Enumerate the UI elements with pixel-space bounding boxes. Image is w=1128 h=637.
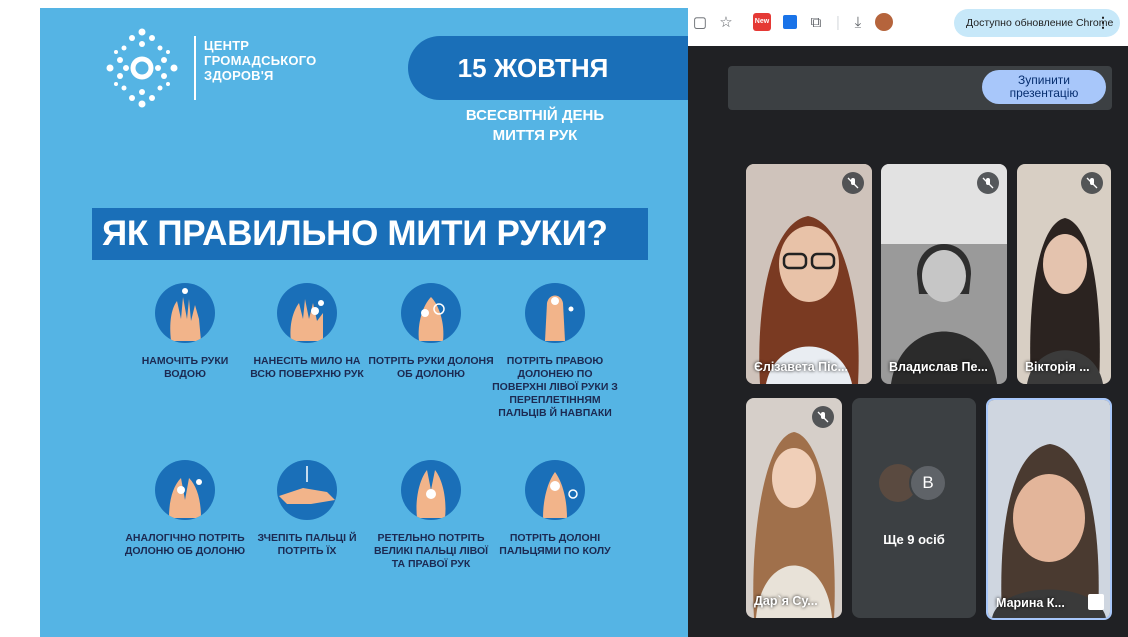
- toolbar-divider: |: [836, 13, 840, 31]
- participant-tile-3[interactable]: Вікторія ...: [1017, 164, 1111, 384]
- event-title: ВСЕСВІТНІЙ ДЕНЬ МИТТЯ РУК: [465, 107, 605, 144]
- more-participants-label: Ще 9 осіб: [883, 532, 945, 547]
- step-6: ЗЧЕПІТЬ ПАЛЬЦІ Й ПОТРІТЬ ЇХ: [242, 460, 372, 558]
- date-banner: 15 ЖОВТНЯ: [408, 36, 688, 100]
- logo-divider: [194, 36, 196, 100]
- step-8: ПОТРІТЬ ДОЛОНІ ПАЛЬЦЯМИ ПО КОЛУ: [490, 460, 620, 558]
- rub-fingertips-icon: [525, 460, 585, 520]
- apply-soap-icon: [277, 283, 337, 343]
- participant-video: [1017, 164, 1111, 384]
- profile-avatar[interactable]: [874, 12, 894, 32]
- participant-video: [881, 164, 1007, 384]
- extensions-puzzle-icon[interactable]: ⧉: [806, 12, 826, 32]
- chrome-menu-icon[interactable]: ⋮: [1096, 14, 1110, 31]
- participant-tile-5[interactable]: Марина К...: [986, 398, 1112, 620]
- translate-icon[interactable]: [780, 12, 800, 32]
- presentation-slide: ЦЕНТР ГРОМАДСЬКОГО ЗДОРОВ'Я 15 ЖОВТНЯ ВС…: [40, 8, 688, 637]
- participant-video: [746, 164, 872, 384]
- meet-panel: ▢ ☆ New ⧉ | ⤓ Доступно обновление Chrome…: [688, 0, 1128, 637]
- chrome-update-button[interactable]: Доступно обновление Chrome ⋮: [954, 9, 1120, 37]
- step-4: ПОТРІТЬ ПРАВОЮ ДОЛОНЕЮ ПО ПОВЕРХНІ ЛІВОЇ…: [490, 283, 620, 420]
- rub-palm-again-icon: [155, 460, 215, 520]
- more-participants-tile[interactable]: В Ще 9 осіб: [852, 398, 976, 618]
- browser-toolbar: ▢ ☆ New ⧉ | ⤓ Доступно обновление Chrome…: [688, 0, 1128, 46]
- rub-palms-icon: [401, 283, 461, 343]
- step-2: НАНЕСІТЬ МИЛО НА ВСЮ ПОВЕРХНЮ РУК: [242, 283, 372, 381]
- participant-avatar-letter: В: [909, 464, 947, 502]
- participant-tile-4[interactable]: Дар`я Су...: [746, 398, 842, 618]
- participant-video: [746, 398, 842, 618]
- bookmark-star-icon[interactable]: ☆: [716, 12, 736, 32]
- mic-off-icon: [1081, 172, 1103, 194]
- participant-tile-1[interactable]: Єлізавета Піс...: [746, 164, 872, 384]
- step-3: ПОТРІТЬ РУКИ ДОЛОНЯ ОБ ДОЛОНЮ: [366, 283, 496, 381]
- mic-off-icon: [977, 172, 999, 194]
- extension-new-icon[interactable]: New: [752, 12, 772, 32]
- lock-fingers-icon: [277, 460, 337, 520]
- tab-icon[interactable]: ▢: [690, 12, 710, 32]
- stop-presenting-button[interactable]: Зупинити презентацію: [982, 70, 1106, 104]
- downloads-icon[interactable]: ⤓: [848, 12, 868, 32]
- pin-icon[interactable]: [1088, 594, 1104, 610]
- participant-tile-2[interactable]: Владислав Пе...: [881, 164, 1007, 384]
- page-margin: [0, 0, 40, 637]
- step-1: НАМОЧІТЬ РУКИ ВОДОЮ: [120, 283, 250, 381]
- mic-off-icon: [812, 406, 834, 428]
- step-5: АНАЛОГІЧНО ПОТРІТЬ ДОЛОНЮ ОБ ДОЛОНЮ: [120, 460, 250, 558]
- step-7: РЕТЕЛЬНО ПОТРІТЬ ВЕЛИКІ ПАЛЬЦІ ЛІВОЇ ТА …: [366, 460, 496, 571]
- mic-off-icon: [842, 172, 864, 194]
- organization-name: ЦЕНТР ГРОМАДСЬКОГО ЗДОРОВ'Я: [204, 38, 317, 83]
- wet-hands-icon: [155, 283, 215, 343]
- public-health-center-logo-icon: [106, 28, 178, 108]
- slide-headline: ЯК ПРАВИЛЬНО МИТИ РУКИ?: [92, 208, 648, 260]
- interlace-fingers-icon: [525, 283, 585, 343]
- rub-thumbs-icon: [401, 460, 461, 520]
- participant-video: [988, 400, 1110, 618]
